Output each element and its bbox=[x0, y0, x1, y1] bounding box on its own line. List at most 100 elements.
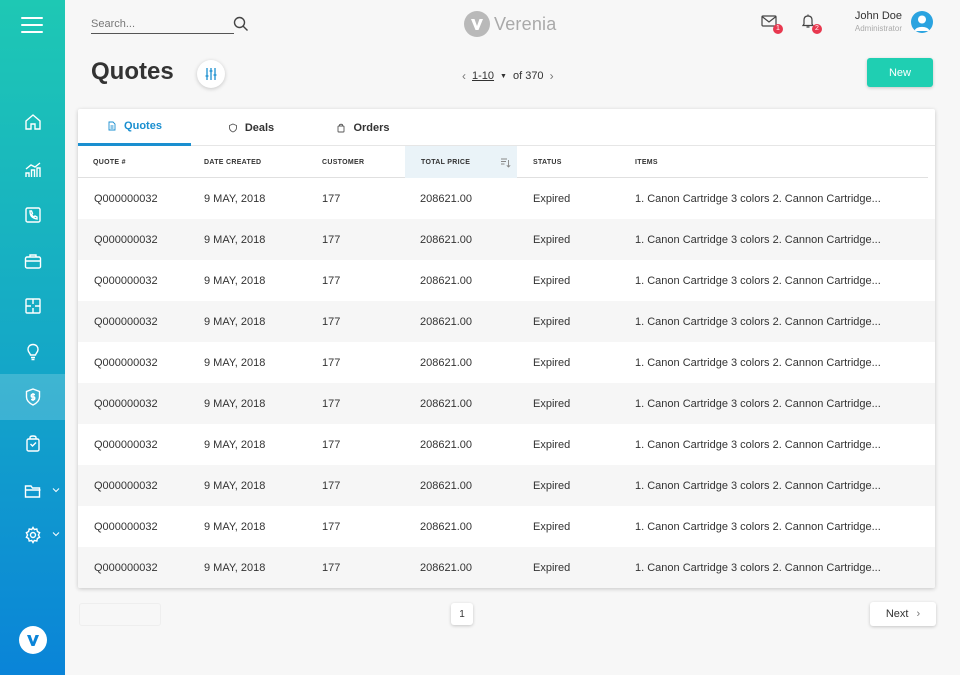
cell-items: 1. Canon Cartridge 3 colors 2. Cannon Ca… bbox=[635, 192, 881, 205]
sort-icon[interactable] bbox=[500, 157, 511, 168]
notifications-button[interactable]: 2 bbox=[800, 13, 822, 34]
cell-items: 1. Canon Cartridge 3 colors 2. Cannon Ca… bbox=[635, 479, 881, 492]
sidebar-item-home[interactable] bbox=[0, 99, 65, 145]
tab-label: Orders bbox=[353, 121, 390, 134]
next-button[interactable]: Next › bbox=[870, 602, 936, 626]
search-input[interactable] bbox=[91, 14, 234, 34]
table-row[interactable]: Q000000032 9 MAY, 2018 177 208621.00 Expired… bbox=[78, 383, 935, 424]
previous-button[interactable] bbox=[79, 603, 161, 626]
cell-date-created: 9 MAY, 2018 bbox=[204, 356, 266, 369]
column-header-total-price[interactable]: TOTAL PRICE bbox=[405, 146, 517, 178]
cell-total-price: 208621.00 bbox=[420, 479, 472, 492]
cell-status: Expired bbox=[533, 520, 571, 533]
table-row[interactable]: Q000000032 9 MAY, 2018 177 208621.00 Expired… bbox=[78, 219, 935, 260]
user-info[interactable]: John Doe Administrator bbox=[855, 10, 902, 33]
cell-total-price: 208621.00 bbox=[420, 520, 472, 533]
cell-quote-number: Q000000032 bbox=[94, 520, 158, 533]
sidebar-item-orders[interactable] bbox=[0, 420, 65, 466]
cell-quote-number: Q000000032 bbox=[94, 233, 158, 246]
gear-icon bbox=[24, 526, 41, 544]
avatar[interactable] bbox=[911, 11, 933, 33]
verenia-logo-icon[interactable] bbox=[19, 626, 47, 654]
cell-quote-number: Q000000032 bbox=[94, 192, 158, 205]
table-row[interactable]: Q000000032 9 MAY, 2018 177 208621.00 Expired… bbox=[78, 301, 935, 342]
cell-customer: 177 bbox=[322, 438, 341, 451]
cell-status: Expired bbox=[533, 233, 571, 246]
page-range-select[interactable]: 1-10 bbox=[472, 70, 494, 82]
chevron-left-icon[interactable]: ‹ bbox=[462, 69, 466, 83]
chevron-right-icon[interactable]: › bbox=[550, 69, 554, 83]
shopping-bag-icon bbox=[25, 435, 40, 452]
table-row[interactable]: Q000000032 9 MAY, 2018 177 208621.00 Expired… bbox=[78, 260, 935, 301]
search-icon[interactable] bbox=[233, 16, 249, 32]
table-row[interactable]: Q000000032 9 MAY, 2018 177 208621.00 Expired… bbox=[78, 465, 935, 506]
sidebar-item-files[interactable] bbox=[0, 468, 65, 514]
cell-total-price: 208621.00 bbox=[420, 315, 472, 328]
tab-label: Quotes bbox=[124, 120, 162, 132]
sidebar-item-settings[interactable] bbox=[0, 512, 65, 558]
cell-quote-number: Q000000032 bbox=[94, 356, 158, 369]
user-icon bbox=[914, 15, 930, 31]
puzzle-icon bbox=[24, 298, 41, 314]
caret-down-icon[interactable]: ▼ bbox=[500, 73, 507, 80]
sidebar-item-quotes[interactable] bbox=[0, 374, 65, 420]
page-title: Quotes bbox=[91, 58, 174, 85]
messages-badge: 1 bbox=[773, 24, 783, 34]
user-name: John Doe bbox=[854, 10, 902, 22]
new-button[interactable]: New bbox=[867, 58, 933, 87]
tab-quotes[interactable]: Quotes bbox=[78, 109, 191, 146]
cell-status: Expired bbox=[533, 479, 571, 492]
folder-icon bbox=[24, 485, 40, 498]
sidebar-item-projects[interactable] bbox=[0, 238, 65, 284]
cell-items: 1. Canon Cartridge 3 colors 2. Cannon Ca… bbox=[635, 397, 881, 410]
table-row[interactable]: Q000000032 9 MAY, 2018 177 208621.00 Expired… bbox=[78, 547, 935, 588]
column-header-date-created[interactable]: DATE CREATED bbox=[204, 146, 314, 178]
notifications-badge: 2 bbox=[812, 24, 822, 34]
sidebar-item-integrations[interactable] bbox=[0, 283, 65, 329]
column-header-customer[interactable]: CUSTOMER bbox=[322, 146, 402, 178]
column-header-status[interactable]: STATUS bbox=[533, 146, 613, 178]
table-row[interactable]: Q000000032 9 MAY, 2018 177 208621.00 Expired… bbox=[78, 178, 935, 219]
bag-icon bbox=[338, 123, 345, 132]
sidebar-item-contacts[interactable] bbox=[0, 192, 65, 238]
cell-date-created: 9 MAY, 2018 bbox=[204, 233, 266, 246]
cell-total-price: 208621.00 bbox=[420, 561, 472, 574]
table-row[interactable]: Q000000032 9 MAY, 2018 177 208621.00 Expired… bbox=[78, 424, 935, 465]
filter-button[interactable] bbox=[197, 60, 225, 88]
cell-quote-number: Q000000032 bbox=[94, 397, 158, 410]
cell-date-created: 9 MAY, 2018 bbox=[204, 315, 266, 328]
column-header-quote-number[interactable]: QUOTE # bbox=[93, 146, 193, 178]
cell-items: 1. Canon Cartridge 3 colors 2. Cannon Ca… bbox=[635, 520, 881, 533]
hamburger-menu-icon[interactable] bbox=[21, 14, 43, 33]
quote-shield-icon bbox=[25, 388, 40, 406]
cell-quote-number: Q000000032 bbox=[94, 315, 158, 328]
page-button-current[interactable]: 1 bbox=[451, 603, 473, 625]
tab-deals[interactable]: Deals bbox=[211, 109, 291, 146]
cell-date-created: 9 MAY, 2018 bbox=[204, 397, 266, 410]
tab-orders[interactable]: Orders bbox=[313, 109, 413, 146]
cell-date-created: 9 MAY, 2018 bbox=[204, 274, 266, 287]
column-header-items[interactable]: ITEMS bbox=[635, 146, 735, 178]
table-row[interactable]: Q000000032 9 MAY, 2018 177 208621.00 Expired… bbox=[78, 342, 935, 383]
document-icon bbox=[108, 121, 116, 131]
home-icon bbox=[24, 114, 41, 130]
cell-items: 1. Canon Cartridge 3 colors 2. Cannon Ca… bbox=[635, 274, 881, 287]
messages-button[interactable]: 1 bbox=[761, 13, 783, 34]
cell-customer: 177 bbox=[322, 479, 341, 492]
cell-customer: 177 bbox=[322, 520, 341, 533]
table-row[interactable]: Q000000032 9 MAY, 2018 177 208621.00 Expired… bbox=[78, 506, 935, 547]
cell-quote-number: Q000000032 bbox=[94, 438, 158, 451]
brand-name: Verenia bbox=[494, 13, 557, 34]
cell-status: Expired bbox=[533, 561, 571, 574]
sidebar-item-ideas[interactable] bbox=[0, 329, 65, 375]
cell-customer: 177 bbox=[322, 274, 341, 287]
cell-total-price: 208621.00 bbox=[420, 356, 472, 369]
cell-customer: 177 bbox=[322, 192, 341, 205]
cell-quote-number: Q000000032 bbox=[94, 479, 158, 492]
analytics-icon bbox=[24, 162, 41, 177]
sidebar-item-analytics[interactable] bbox=[0, 147, 65, 193]
cell-date-created: 9 MAY, 2018 bbox=[204, 438, 266, 451]
cell-status: Expired bbox=[533, 192, 571, 205]
chevron-right-icon: › bbox=[916, 608, 921, 620]
brand-logo: Verenia bbox=[464, 10, 556, 38]
